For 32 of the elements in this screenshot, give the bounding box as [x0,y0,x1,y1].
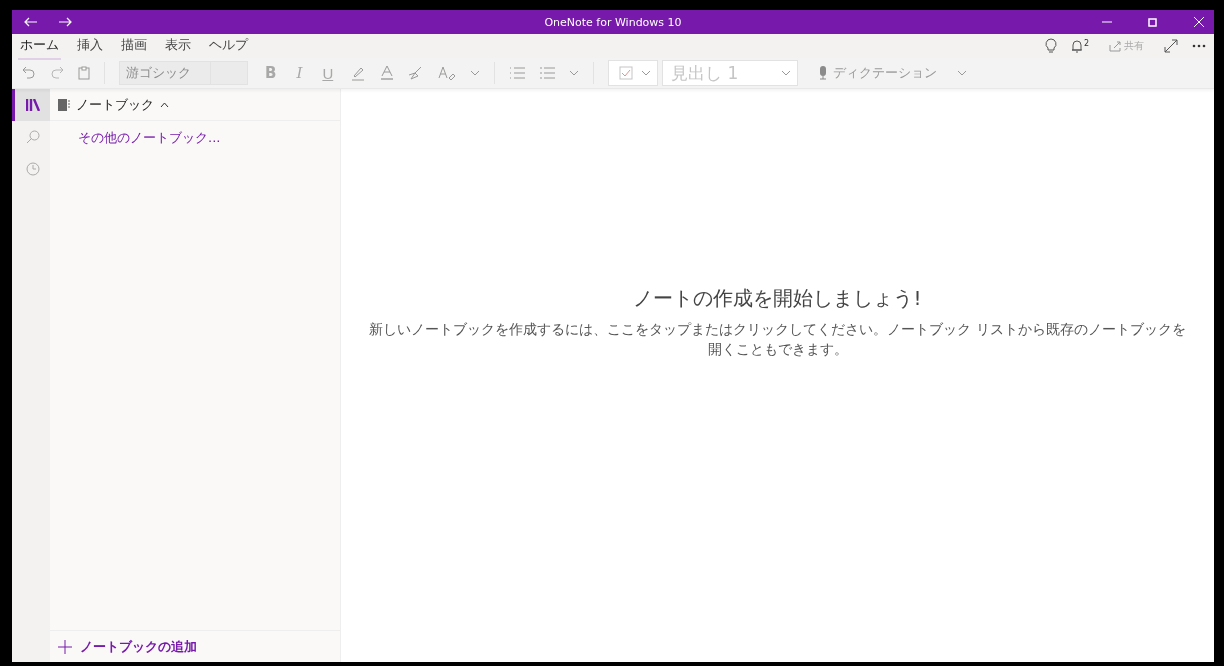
clock-icon [25,162,40,176]
plus-icon [58,639,72,654]
notebooks-tab[interactable] [12,89,50,121]
ribbon-tab[interactable]: 表示 [163,32,193,60]
notification-button[interactable]: 2 [1070,39,1089,53]
close-icon[interactable] [1194,17,1204,27]
forward-icon[interactable] [58,17,72,27]
window-title: OneNote for Windows 10 [544,15,682,29]
notification-count: 2 [1083,39,1089,48]
more-icon[interactable] [1192,44,1206,48]
chevron-down-icon [781,70,792,76]
notebook-icon [58,98,70,111]
empty-state-message[interactable]: 新しいノートブックを作成するには、ここをタップまたはクリックしてください。ノートブック リストから既存のノートブックを開くこともできます。 [367,320,1188,360]
chevron-down-icon [641,70,652,76]
restore-icon[interactable] [1148,17,1158,27]
library-icon [25,99,40,111]
ribbon-tab[interactable]: 挿入 [75,32,105,60]
checkbox-tag-icon [619,66,634,80]
bell-icon [1070,39,1083,53]
empty-state-heading: ノートの作成を開始しましょう! [633,285,922,312]
ribbon-tab[interactable]: 描画 [119,32,149,60]
search-icon [25,130,40,144]
back-icon[interactable] [24,17,38,27]
microphone-icon [818,66,829,80]
add-notebook-button[interactable]: ノートブックの追加 [50,630,340,662]
more-notebooks-link[interactable]: その他のノートブック... [50,127,340,149]
expand-icon[interactable] [1164,39,1178,53]
notebooks-header[interactable]: ノートブック [50,89,340,121]
lightbulb-icon[interactable] [1044,38,1057,54]
ribbon-tab[interactable]: ヘルプ [207,32,250,60]
chevron-icon [160,101,169,108]
share-icon [1109,40,1122,52]
